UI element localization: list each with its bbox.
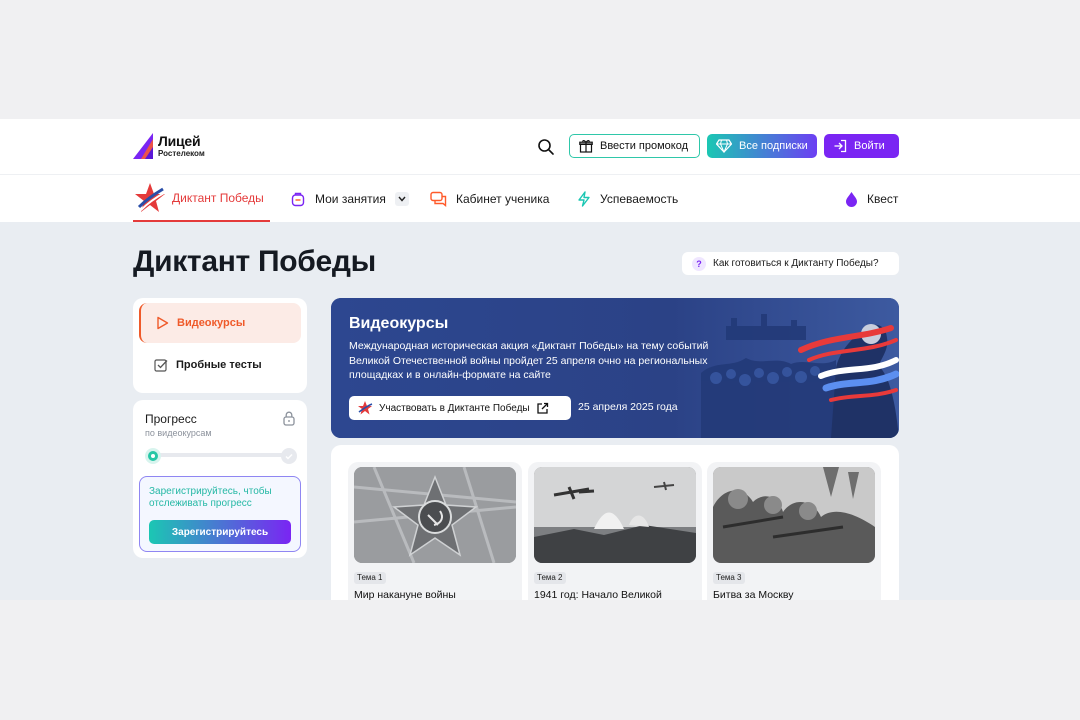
menu-item-videocourses[interactable]: Видеокурсы <box>139 303 301 343</box>
app-viewport: Лицей Ростелеком Ввести промокод Все под… <box>0 119 1080 600</box>
card-title: 1941 год: Начало Великой <box>534 589 662 600</box>
nav-tab-cabinet[interactable]: Кабинет ученика <box>430 175 549 222</box>
register-button[interactable]: Зарегистрируйтесь <box>149 520 291 544</box>
course-cards: Тема 1 Мир накануне войны Тема 2 1941 го… <box>331 445 899 600</box>
checkbox-icon <box>154 359 168 372</box>
register-prompt-text: Зарегистрируйтесь, чтобы отслеживать про… <box>149 486 272 509</box>
progress-start-dot <box>145 448 161 464</box>
card-tag: Тема 1 <box>354 572 386 584</box>
login-label: Войти <box>854 140 885 152</box>
logo-subtitle: Ростелеком <box>158 149 205 158</box>
login-icon <box>834 139 847 153</box>
banner-description: Международная историческая акция «Диктан… <box>349 340 709 381</box>
nav-tab-dictant[interactable]: Диктант Победы <box>133 175 270 222</box>
section-menu: Видеокурсы Пробные тесты <box>133 298 307 393</box>
search-icon <box>538 139 554 155</box>
logo[interactable]: Лицей Ростелеком <box>133 133 205 159</box>
card-title: Битва за Москву <box>713 589 794 600</box>
victory-star-icon <box>358 401 373 415</box>
play-icon <box>157 316 169 330</box>
progress-subtitle: по видеокурсам <box>145 428 212 438</box>
progress-card: Прогресс по видеокурсам Зарегистрируйтес… <box>133 400 307 558</box>
progress-bar <box>145 448 297 464</box>
page-title: Диктант Победы <box>133 245 376 278</box>
logo-title: Лицей <box>158 133 201 149</box>
logo-icon <box>133 133 153 159</box>
nav-tab-lessons[interactable]: Мои занятия <box>290 175 409 222</box>
course-card[interactable]: Тема 3 Битва за Москву <box>707 462 881 600</box>
lightning-icon <box>578 190 590 207</box>
lock-icon <box>283 411 295 426</box>
progress-track <box>153 453 287 457</box>
promo-code-label: Ввести промокод <box>600 140 689 152</box>
login-button[interactable]: Войти <box>824 134 899 158</box>
card-image <box>534 467 696 563</box>
subscriptions-label: Все подписки <box>739 140 808 152</box>
register-prompt: Зарегистрируйтесь, чтобы отслеживать про… <box>139 476 301 552</box>
chevron-down-icon[interactable] <box>394 191 409 206</box>
promo-code-button[interactable]: Ввести промокод <box>569 134 700 158</box>
victory-star-icon <box>135 182 165 212</box>
main-nav: Диктант Победы Мои занятия Кабинет учени… <box>0 175 1080 222</box>
banner-title: Видеокурсы <box>349 315 449 332</box>
check-icon <box>285 453 293 459</box>
card-title: Мир накануне войны <box>354 589 456 600</box>
card-tag: Тема 3 <box>713 572 745 584</box>
top-header: Лицей Ростелеком Ввести промокод Все под… <box>0 119 1080 175</box>
backpack-icon <box>291 192 305 206</box>
participate-label: Участвовать в Диктанте Победы <box>379 402 530 414</box>
progress-title: Прогресс <box>145 412 197 426</box>
event-date: 25 апреля 2025 года <box>578 401 678 413</box>
gift-icon <box>579 140 593 153</box>
help-link-label: Как готовиться к Диктанту Победы? <box>713 258 879 269</box>
card-tag: Тема 2 <box>534 572 566 584</box>
question-icon: ? <box>692 256 706 271</box>
menu-item-practice-tests[interactable]: Пробные тесты <box>139 345 301 385</box>
card-image <box>713 467 875 563</box>
menu-label-practice-tests: Пробные тесты <box>176 359 262 371</box>
nav-label-lessons: Мои занятия <box>315 191 386 206</box>
search-button[interactable] <box>537 138 555 156</box>
course-card[interactable]: Тема 2 1941 год: Начало Великой <box>528 462 702 600</box>
chat-icon <box>430 191 447 207</box>
videocourses-banner: Видеокурсы Международная историческая ак… <box>331 298 899 438</box>
participate-button[interactable]: Участвовать в Диктанте Победы <box>349 396 571 420</box>
course-card[interactable]: Тема 1 Мир накануне войны <box>348 462 522 600</box>
menu-label-videocourses: Видеокурсы <box>177 317 246 329</box>
card-image <box>354 467 516 563</box>
nav-label-quest: Квест <box>867 191 899 206</box>
subscriptions-button[interactable]: Все подписки <box>707 134 817 158</box>
help-link[interactable]: ? Как готовиться к Диктанту Победы? <box>682 252 899 275</box>
nav-label-progress: Успеваемость <box>600 191 679 206</box>
external-link-icon <box>536 402 548 414</box>
nav-label-cabinet: Кабинет ученика <box>456 191 550 206</box>
nav-tab-progress[interactable]: Успеваемость <box>577 175 678 222</box>
nav-label-dictant: Диктант Победы <box>172 190 264 205</box>
nav-tab-quest[interactable]: Квест <box>845 175 898 222</box>
diamond-icon <box>716 139 732 153</box>
drop-icon <box>846 191 857 207</box>
progress-end-check <box>281 448 297 464</box>
